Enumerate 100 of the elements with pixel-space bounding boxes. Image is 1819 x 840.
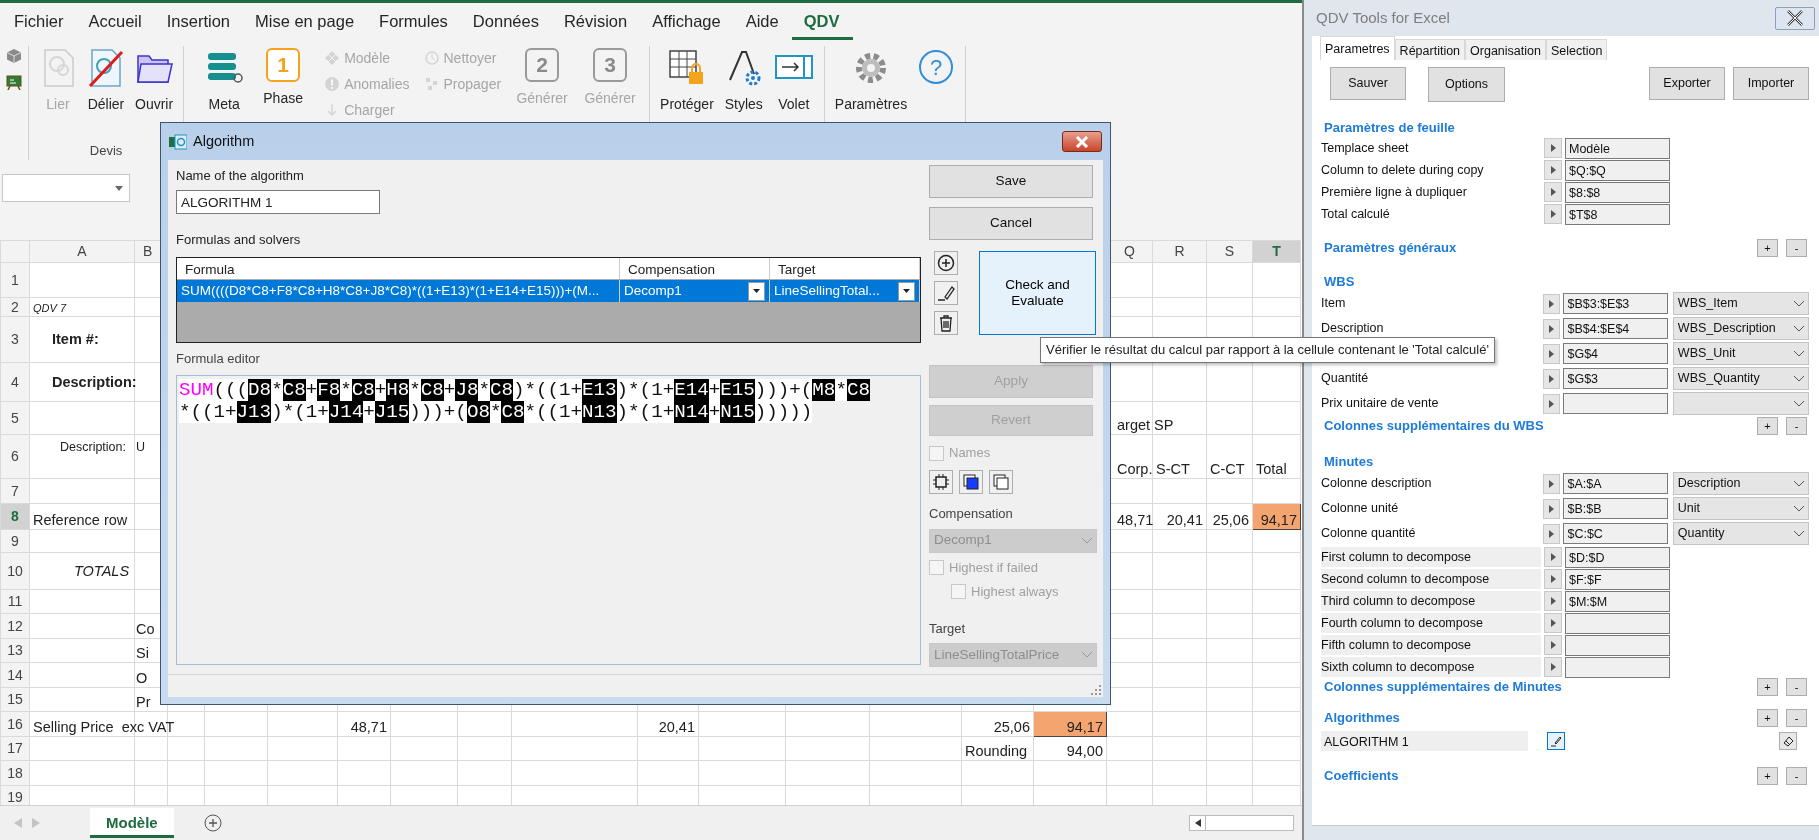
tab[interactable]: Organisation [1465,39,1546,60]
expand-button[interactable] [1542,498,1561,519]
small-button[interactable]: - [1786,417,1807,435]
dropdown[interactable]: Description [1672,472,1809,495]
input-field[interactable]: $A:$A [1563,473,1668,494]
table-row[interactable]: SUM((((D8*C8+F8*C8+H8*C8+J8*C8)*((1+E13)*(1+E14+E15)))+(M... Decomp1 LineSellingTotal... [177,280,920,302]
tab[interactable]: Répartition [1394,39,1466,60]
ribbon-tab[interactable]: Mise en page [243,3,368,40]
close-button[interactable] [1775,6,1815,30]
dropdown[interactable]: WBS_Quantity [1672,367,1809,390]
expand-button[interactable] [1542,368,1561,389]
input-field[interactable]: $8:$8 [1565,181,1670,203]
input-field[interactable]: $D:$D [1565,546,1670,568]
row-header[interactable]: 1 [0,262,30,298]
expand-button[interactable] [1542,523,1561,544]
eraser-button[interactable] [1779,732,1797,750]
input-field[interactable]: $B$3:$E$3 [1563,293,1668,314]
expand-button[interactable] [1544,569,1562,589]
add-button[interactable] [934,251,958,275]
small-button[interactable]: + [1757,417,1778,435]
expand-button[interactable] [1544,591,1562,611]
column-header[interactable]: A [29,240,135,263]
dropdown[interactable]: WBS_Unit [1672,342,1809,365]
input-field[interactable]: $C:$C [1563,523,1668,544]
ribbon-button[interactable]: Ouvrir [131,46,178,117]
row-header[interactable]: 3 [0,316,30,363]
small-button[interactable]: - [1786,709,1807,727]
ribbon-button[interactable]: Paramètres [830,46,912,117]
ribbon-tab[interactable]: Insertion [154,3,243,40]
edit-button[interactable] [1547,732,1565,750]
input-field[interactable]: $Q:$Q [1565,159,1670,181]
input-field[interactable]: Modèle [1565,137,1670,159]
expand-button[interactable] [1542,393,1561,414]
dropdown[interactable]: WBS_Item [1672,292,1809,315]
row-header[interactable]: 10 [0,552,30,590]
sheet-tab[interactable]: Modèle [90,807,174,839]
small-button[interactable]: + [1757,239,1778,257]
input-field[interactable] [1565,634,1670,656]
expand-button[interactable] [1544,182,1562,202]
expand-button[interactable] [1544,204,1562,224]
ribbon-tab[interactable]: Révision [551,3,641,40]
horizontal-scrollbar[interactable] [1189,815,1294,831]
expand-button[interactable] [1542,318,1561,339]
input-field[interactable]: $M:$M [1565,590,1670,612]
expand-button[interactable] [1544,547,1562,567]
save-button[interactable]: Save [929,165,1093,198]
input-field[interactable]: ALGORITHM 1 [176,189,380,214]
expand-button[interactable] [1544,138,1562,158]
ribbon-button[interactable]: Protéger [656,46,718,117]
formula-editor[interactable]: SUM(((D8*C8+F8*C8+H8*C8+J8*C8)*((1+E13)*(1+E14+E15)))+(M8*C8 *((1+J13)*(1+J14+J15)))+(O8*C8*((1+N13)*(1+N14+N15))))) [176,374,921,665]
row-header[interactable]: 13 [0,638,30,663]
input-field[interactable] [1565,612,1670,634]
copy-button[interactable] [989,470,1013,494]
ribbon-tab[interactable]: QDV [791,3,853,40]
small-button[interactable]: - [1786,767,1807,785]
export-button[interactable]: Exporter [1649,67,1725,100]
import-button[interactable]: Importer [1733,67,1809,100]
check-button[interactable]: Check and Evaluate [979,251,1096,335]
input-field[interactable]: $G$4 [1563,343,1668,364]
row-header[interactable]: 8 [0,503,30,530]
row-header[interactable]: 15 [0,687,30,712]
input-field[interactable] [1563,393,1668,414]
close-button[interactable] [1062,131,1102,152]
small-button[interactable]: - [1786,678,1807,696]
row-header[interactable]: 6 [0,434,30,479]
dropdown[interactable]: Quantity [1672,522,1809,545]
ribbon-tab[interactable]: Fichier [2,3,77,40]
delete-button[interactable] [934,311,958,335]
row-header[interactable]: 7 [0,478,30,504]
ribbon-tab[interactable]: Accueil [76,3,155,40]
small-button[interactable]: + [1757,767,1778,785]
small-button[interactable]: - [1786,239,1807,257]
input-field[interactable]: $T$8 [1565,203,1670,225]
expand-button[interactable] [1544,635,1562,655]
column-header[interactable]: S [1206,240,1253,263]
ribbon-button[interactable]: 1 Phase [250,46,317,111]
input-field[interactable]: $B$4:$E$4 [1563,318,1668,339]
input-field[interactable]: $F:$F [1565,568,1670,590]
column-header[interactable]: R [1152,240,1207,263]
expand-button[interactable] [1544,657,1562,677]
tab[interactable]: Selection [1545,39,1608,60]
ribbon-tab[interactable]: Aide [733,3,792,40]
row-header[interactable]: 16 [0,711,30,737]
row-header[interactable]: 12 [0,613,30,639]
expand-button[interactable] [1544,160,1562,180]
dropdown[interactable]: WBS_Description [1672,317,1809,340]
ribbon-button[interactable]: Volet [769,46,818,117]
input-field[interactable] [1565,656,1670,678]
row-header[interactable]: 5 [0,401,30,435]
small-button[interactable]: + [1757,678,1778,696]
ribbon-button[interactable]: Meta [200,46,249,117]
small-button[interactable]: + [1757,709,1778,727]
expand-button[interactable] [1544,613,1562,633]
expand-button[interactable] [1542,293,1561,314]
cancel-button[interactable]: Cancel [929,207,1093,240]
options-button[interactable]: Options [1428,67,1505,102]
expand-button[interactable] [1542,473,1561,494]
ribbon-tab[interactable]: Affichage [640,3,734,40]
expand-button[interactable] [1542,343,1561,364]
ribbon-tab[interactable]: Formules [367,3,461,40]
